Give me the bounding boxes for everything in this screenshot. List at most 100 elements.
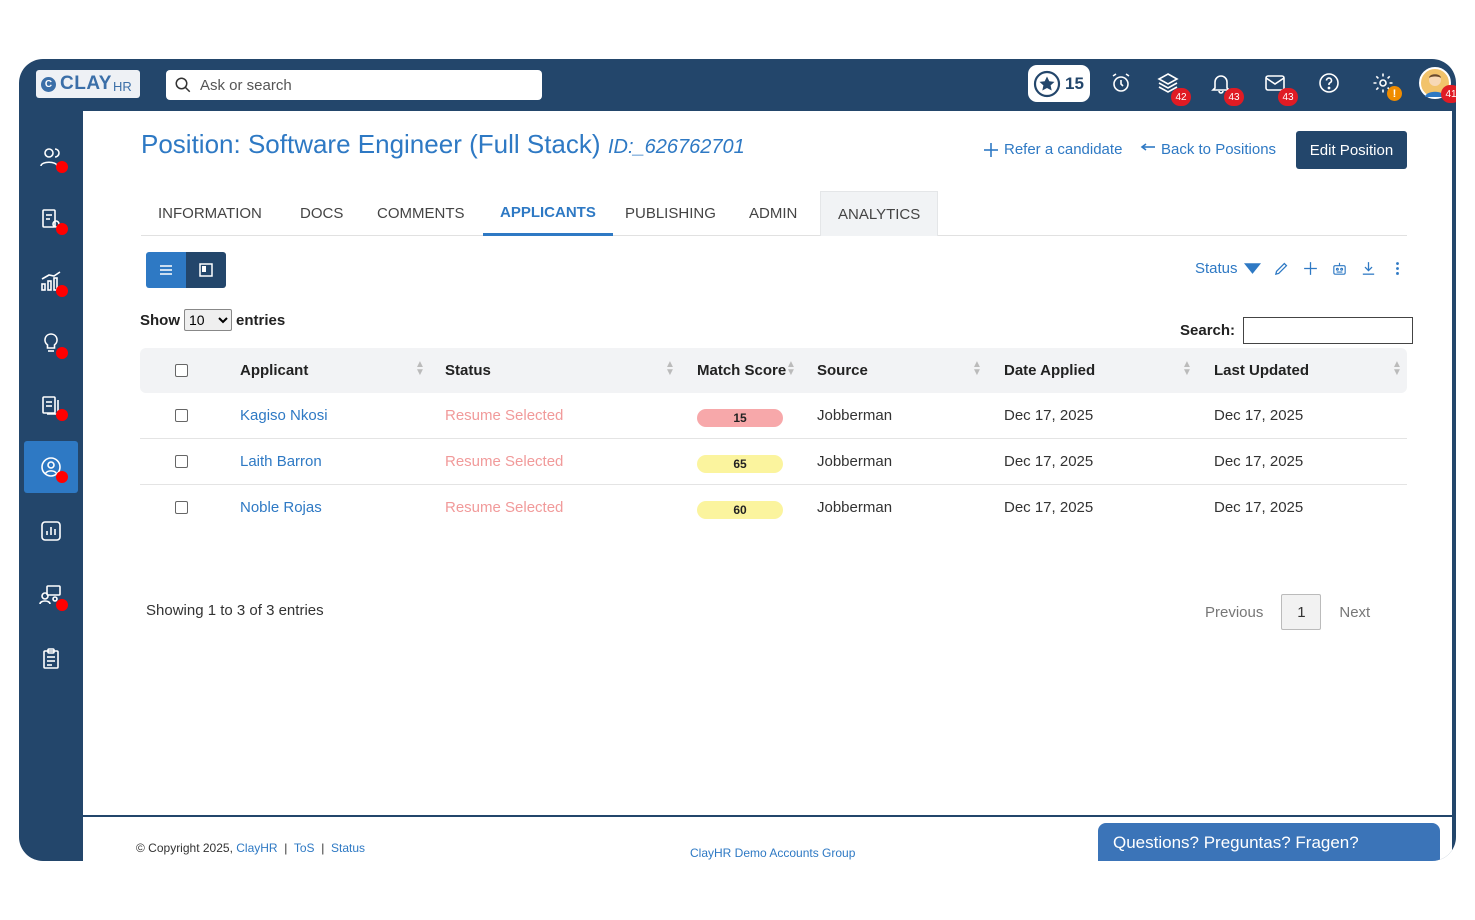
sidebar-alert-dot [56,409,68,421]
table-header: Applicant ▲ ▼ Status ▲ ▼ Match Score ▲ ▼ So… [140,348,1407,393]
applicant-link[interactable]: Laith Barron [240,453,322,470]
edit-position-button[interactable]: Edit Position [1296,131,1407,169]
star-icon [1033,70,1061,97]
sidebar-item-recruiting[interactable] [24,441,78,493]
applicants-table: Applicant ▲ ▼ Status ▲ ▼ Match Score ▲ ▼ So… [140,348,1407,531]
clayhr-logo[interactable]: C CLAY HR [36,70,140,98]
sidebar-item-people[interactable] [24,131,78,183]
sidebar-item-growth[interactable] [24,255,78,307]
copyright-text: © Copyright 2025, [136,841,233,855]
list-view-button[interactable] [146,252,186,288]
row-checkbox[interactable] [175,409,188,422]
global-search[interactable] [166,70,542,100]
sidebar-item-ideas[interactable] [24,317,78,369]
pencil-icon[interactable] [1273,260,1290,277]
page-number-button[interactable]: 1 [1281,594,1322,630]
entries-label: entries [236,311,286,329]
applicant-source: Jobberman [817,453,893,470]
account-group-link[interactable]: ClayHR Demo Accounts Group [690,846,855,860]
sidebar-item-reports[interactable] [24,505,78,557]
tab-docs[interactable]: DOCS [283,191,360,236]
sort-icon[interactable]: ▲ ▼ [1392,360,1402,378]
table-info: Showing 1 to 3 of 3 entries [146,602,324,619]
back-to-positions-link[interactable]: Back to Positions [1140,141,1276,158]
tab-information[interactable]: INFORMATION [141,191,279,236]
table-search: Search: [1180,317,1414,344]
tab-publishing[interactable]: PUBLISHING [608,191,733,236]
column-header-applicant[interactable]: Applicant [240,362,308,379]
match-score-badge: 60 [697,501,783,519]
column-header-match-score[interactable]: Match Score [697,362,786,379]
last-updated: Dec 17, 2025 [1214,499,1304,516]
column-header-source[interactable]: Source [817,362,868,379]
footer-links: © Copyright 2025, ClayHR | ToS | Status [136,841,365,855]
applicant-link[interactable]: Kagiso Nkosi [240,407,328,424]
return-arrow-icon [1140,142,1155,151]
sort-icon[interactable]: ▲ ▼ [972,360,982,378]
show-label: Show [140,311,180,329]
sidebar-item-checklist[interactable] [24,633,78,685]
app-frame: C CLAY HR 15 42 43 43 [19,59,1456,861]
column-header-last-updated[interactable]: Last Updated [1214,362,1309,379]
sidebar-item-documents[interactable] [24,193,78,245]
position-id: ID:_626762701 [608,136,745,158]
robot-icon[interactable] [1331,260,1348,277]
notifications-button[interactable]: 43 [1208,69,1244,106]
next-page-button[interactable]: Next [1339,604,1370,621]
row-checkbox[interactable] [175,501,188,514]
column-header-date-applied[interactable]: Date Applied [1004,362,1095,379]
questions-chat-button[interactable]: Questions? Preguntas? Fragen? [1098,823,1440,861]
tab-admin[interactable]: ADMIN [732,191,814,236]
refer-candidate-link[interactable]: Refer a candidate [983,141,1122,158]
logo-text: CLAY [60,73,112,94]
board-view-button[interactable] [186,252,226,288]
last-updated: Dec 17, 2025 [1214,453,1304,470]
tab-analytics[interactable]: ANALYTICS [820,191,939,236]
sort-icon[interactable]: ▲ ▼ [415,360,425,378]
table-search-input[interactable] [1243,317,1414,344]
more-vertical-icon[interactable] [1389,260,1406,277]
applicant-status[interactable]: Resume Selected [445,499,563,516]
download-icon[interactable] [1360,260,1377,277]
settings-button[interactable]: ! [1370,69,1402,101]
applicant-status[interactable]: Resume Selected [445,453,563,470]
layers-button[interactable]: 42 [1155,69,1191,106]
plus-icon[interactable] [1302,260,1319,277]
status-dropdown[interactable]: Status [1195,260,1261,277]
question-circle-icon [1319,73,1339,93]
search-icon [175,77,191,93]
footer-separator: | [280,841,291,855]
user-avatar[interactable]: 41 [1419,67,1456,103]
entries-select[interactable]: 10 [184,309,232,331]
status-link[interactable]: Status [331,841,365,855]
checklist-icon [43,648,59,669]
sidebar-alert-dot [56,347,68,359]
page-title: Position: Software Engineer (Full Stack) [141,129,601,159]
sidebar-item-team[interactable] [24,569,78,621]
tab-comments[interactable]: COMMENTS [360,191,482,236]
sidebar-item-forms[interactable] [24,379,78,431]
sort-icon[interactable]: ▲ ▼ [1182,360,1192,378]
stars-button[interactable]: 15 [1028,65,1090,102]
row-checkbox[interactable] [175,455,188,468]
pagination: Previous 1 Next [1205,594,1370,630]
search-input[interactable] [200,76,520,94]
sidebar-alert-dot [56,161,68,173]
company-link[interactable]: ClayHR [236,841,277,855]
applicant-status[interactable]: Resume Selected [445,407,563,424]
column-header-status[interactable]: Status [445,362,491,379]
top-bar: C CLAY HR 15 42 43 43 [19,59,1456,111]
previous-page-button[interactable]: Previous [1205,604,1263,621]
sidebar [19,111,83,861]
select-all-checkbox[interactable] [175,364,188,377]
help-button[interactable] [1316,69,1342,97]
messages-button[interactable]: 43 [1262,69,1298,106]
tos-link[interactable]: ToS [294,841,315,855]
alarm-clock-button[interactable] [1108,69,1134,97]
layers-badge: 42 [1171,88,1191,106]
sort-icon[interactable]: ▲ ▼ [786,360,796,378]
tab-applicants[interactable]: APPLICANTS [483,191,613,236]
caret-down-icon [1243,263,1261,274]
sort-icon[interactable]: ▲ ▼ [665,360,675,378]
applicant-link[interactable]: Noble Rojas [240,499,322,516]
